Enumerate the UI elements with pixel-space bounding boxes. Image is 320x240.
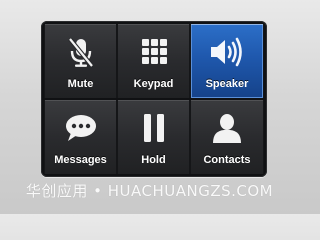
hold-label: Hold xyxy=(141,154,166,166)
messages-label: Messages xyxy=(54,154,107,166)
mute-label: Mute xyxy=(67,78,94,90)
pause-icon xyxy=(118,110,189,146)
speaker-label: Speaker xyxy=(205,78,249,90)
watermark-text: 华创应用 • HUACHUANGZS.COM xyxy=(25,182,274,200)
mute-button[interactable]: Mute xyxy=(44,24,117,98)
messages-button[interactable]: Messages xyxy=(44,100,117,174)
call-controls-panel: Mute Keypad Speaker Messages Hold Contac… xyxy=(41,21,267,177)
keypad-icon xyxy=(118,34,189,70)
hold-button[interactable]: Hold xyxy=(117,100,190,174)
contacts-button[interactable]: Contacts xyxy=(190,100,264,174)
speaker-button[interactable]: Speaker xyxy=(190,24,264,98)
keypad-label: Keypad xyxy=(133,78,174,90)
microphone-muted-icon xyxy=(45,34,116,70)
call-controls-grid: Mute Keypad Speaker Messages Hold Contac… xyxy=(44,24,264,174)
speaker-icon xyxy=(191,34,263,70)
person-icon xyxy=(191,110,263,146)
keypad-button[interactable]: Keypad xyxy=(117,24,190,98)
contacts-label: Contacts xyxy=(203,154,251,166)
message-bubble-icon xyxy=(45,110,116,146)
